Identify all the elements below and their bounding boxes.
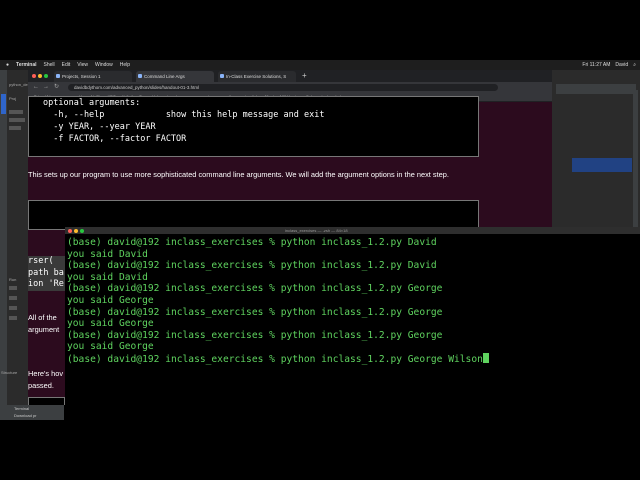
user-name[interactable]: David — [615, 62, 628, 68]
tab-favicon-icon — [138, 74, 142, 78]
tab-command-line-args[interactable]: Command Line Args — [136, 71, 214, 82]
structure-tab[interactable]: Structure — [1, 370, 17, 375]
terminal-output[interactable]: (base) david@192 inclass_exercises % pyt… — [67, 237, 489, 366]
project-tool-button[interactable] — [1, 94, 6, 114]
tab-strip: Projects, Session 1 Command Line Args In… — [28, 70, 552, 82]
terminal-command-line: (base) david@192 inclass_exercises % pyt… — [67, 306, 443, 318]
run-panel-label[interactable]: Run — [9, 277, 16, 282]
run-toolbar-icon[interactable] — [9, 316, 17, 320]
terminal-command-line: (base) david@192 inclass_exercises % pyt… — [67, 329, 443, 341]
tree-row[interactable] — [9, 118, 25, 122]
menu-edit[interactable]: Edit — [62, 62, 71, 68]
ide-left-panel: python_de Proj Run Structure — [0, 70, 28, 420]
optional-arguments-codebox: optional arguments: -h, --help show this… — [28, 96, 479, 157]
terminal-title-bar[interactable]: inclass_exercises — -zsh — 84×18 — [65, 227, 640, 234]
terminal-command-line: (base) david@192 inclass_exercises % pyt… — [67, 260, 437, 272]
menubar-status: Fri 11:27 AM David ⌕ — [577, 60, 636, 70]
tab-favicon-icon — [56, 74, 60, 78]
menu-window[interactable]: Window — [95, 62, 113, 68]
close-window-icon[interactable] — [68, 228, 72, 233]
tab-label: Projects, Session 1 — [62, 74, 101, 79]
clock[interactable]: Fri 11:27 AM — [582, 62, 610, 68]
terminal-history: (base) david@192 inclass_exercises % pyt… — [67, 237, 442, 352]
new-tab-button[interactable]: + — [302, 70, 307, 82]
menu-shell[interactable]: Shell — [44, 62, 55, 68]
paragraph-setup: This sets up our program to use more sop… — [28, 170, 449, 179]
optional-arguments-text: optional arguments: -h, --help show this… — [43, 98, 325, 144]
terminal-window[interactable]: inclass_exercises — -zsh — 84×18 (base) … — [65, 227, 640, 420]
menu-terminal[interactable]: Terminal — [16, 62, 36, 68]
ide-proj-tab[interactable]: Proj — [9, 96, 16, 101]
back-icon[interactable]: ← — [33, 82, 39, 93]
terminal-output-line: you said George — [67, 318, 154, 330]
tree-row[interactable] — [9, 126, 21, 130]
ide-project-label: python_de — [9, 82, 28, 87]
code-peek-text: rser( path ba ion 'Re — [28, 256, 64, 289]
terminal-command-line: (base) david@192 inclass_exercises % pyt… — [67, 237, 437, 248]
code-block — [28, 200, 479, 230]
terminal-output-line: you said David — [67, 271, 148, 283]
reload-icon[interactable]: ↻ — [54, 82, 59, 93]
ide-tool-strip — [0, 70, 7, 420]
url-field[interactable]: davidbdythom.com/advanced_python/slides/… — [68, 84, 498, 91]
text-cursor — [482, 352, 489, 363]
terminal-command-line: (base) david@192 inclass_exercises % pyt… — [67, 283, 443, 295]
code-peek: rser( path ba ion 'Re — [28, 256, 65, 291]
code-block-bottom — [28, 397, 65, 405]
ide-toolbar — [556, 84, 636, 94]
tab-label: In-Class Exercise Solutions, S — [226, 74, 287, 79]
tab-label: Command Line Args — [144, 74, 185, 79]
terminal-command-line[interactable]: (base) david@192 inclass_exercises % pyt… — [67, 354, 483, 365]
tab-projects[interactable]: Projects, Session 1 — [54, 71, 132, 82]
zoom-window-icon[interactable] — [80, 228, 84, 233]
terminal-output-line: you said George — [67, 294, 154, 306]
forward-icon[interactable]: → — [43, 82, 49, 93]
tab-favicon-icon — [220, 74, 224, 78]
address-bar-row: ← → ↻ davidbdythom.com/advanced_python/s… — [28, 82, 552, 93]
ide-status-bar: Terminal Download pr — [0, 405, 64, 420]
terminal-output-line: you said George — [67, 341, 154, 353]
run-toolbar-icon[interactable] — [9, 286, 17, 290]
terminal-output-line: you said David — [67, 248, 148, 260]
terminal-tool-tab[interactable]: Terminal — [14, 406, 29, 411]
apple-menu-icon[interactable]: ● — [6, 62, 9, 68]
run-toolbar-icon[interactable] — [9, 296, 17, 300]
menu-view[interactable]: View — [77, 62, 88, 68]
run-toolbar-icon[interactable] — [9, 306, 17, 310]
menu-bar: ● Terminal Shell Edit View Window Help F… — [0, 60, 640, 70]
download-notice[interactable]: Download pr — [14, 413, 36, 418]
tree-row[interactable] — [9, 110, 23, 114]
search-icon[interactable]: ⌕ — [633, 62, 636, 68]
editor-selection — [572, 158, 632, 172]
close-window-icon[interactable] — [32, 74, 36, 78]
tab-exercise-solutions[interactable]: In-Class Exercise Solutions, S — [218, 71, 296, 82]
minimize-window-icon[interactable] — [74, 228, 78, 233]
menu-help[interactable]: Help — [120, 62, 130, 68]
zoom-window-icon[interactable] — [44, 74, 48, 78]
minimize-window-icon[interactable] — [38, 74, 42, 78]
terminal-title: inclass_exercises — -zsh — 84×18 — [285, 228, 348, 233]
